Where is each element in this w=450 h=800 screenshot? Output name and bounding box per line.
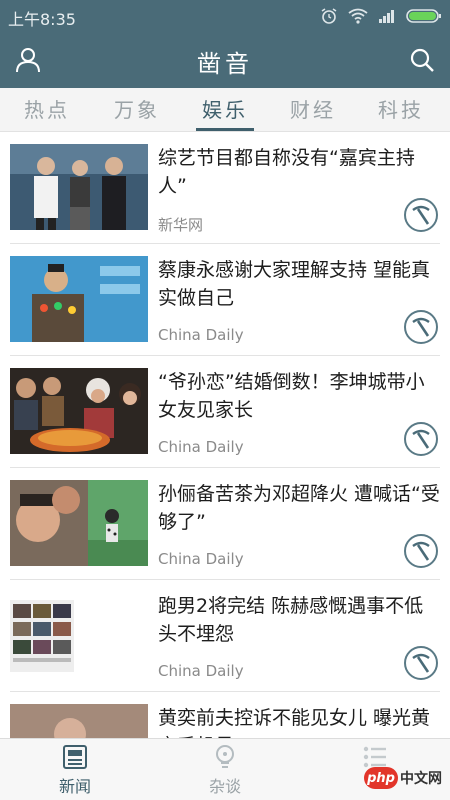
news-source: China Daily [158, 438, 244, 456]
dig-button[interactable] [404, 198, 438, 232]
news-item[interactable]: 黄奕前夫控诉不能见女儿 曝光黄奕手机号 [10, 692, 440, 738]
news-title: 孙俪备苦茶为邓超降火 遭喊话“受够了” [158, 483, 440, 533]
tab-technology[interactable]: 科技 [356, 94, 446, 123]
news-source: China Daily [158, 662, 244, 680]
news-source: China Daily [158, 326, 244, 344]
watermark: php 中文网 [364, 764, 444, 792]
lightbulb-icon [216, 745, 234, 768]
tab-entertainment[interactable]: 娱乐 [180, 94, 270, 123]
news-title: 蔡康永感谢大家理解支持 望能真实做自己 [158, 259, 431, 309]
news-thumbnail [10, 592, 148, 678]
pickaxe-icon [412, 205, 430, 225]
category-tabs: 热点 万象 娱乐 财经 科技 [0, 88, 450, 132]
watermark-text: 中文网 [400, 771, 442, 787]
pickaxe-icon [412, 317, 430, 337]
news-item[interactable]: 孙俪备苦茶为邓超降火 遭喊话“受够了” China Daily [10, 468, 440, 580]
dig-button[interactable] [404, 646, 438, 680]
newspaper-icon [63, 745, 87, 769]
app-bar: 凿音 [0, 32, 450, 88]
news-thumbnail [10, 480, 148, 566]
pickaxe-icon [412, 653, 430, 673]
alarm-icon [321, 8, 337, 24]
search-button[interactable] [404, 42, 440, 78]
news-item[interactable]: “爷孙恋”结婚倒数！李坤城带小女友见家长 China Daily [10, 356, 440, 468]
news-thumbnail [10, 368, 148, 454]
dig-button[interactable] [404, 534, 438, 568]
news-item[interactable]: 跑男2将完结 陈赫感慨遇事不低头不埋怨 China Daily [10, 580, 440, 692]
tab-hot[interactable]: 热点 [2, 94, 92, 123]
tab-finance[interactable]: 财经 [268, 94, 358, 123]
news-thumbnail [10, 704, 148, 738]
app-title: 凿音 [197, 50, 253, 78]
pickaxe-icon [412, 429, 430, 449]
nav-news[interactable]: 新闻 [0, 743, 150, 797]
nav-chat-label: 杂谈 [208, 777, 241, 796]
news-title: 跑男2将完结 陈赫感慨遇事不低头不埋怨 [158, 595, 424, 645]
watermark-logo: php [364, 767, 398, 789]
news-item[interactable]: 综艺节目都自称没有“嘉宾主持人” 新华网 [10, 132, 440, 244]
news-source: China Daily [158, 550, 244, 568]
signal-icon [379, 10, 394, 23]
news-list: 综艺节目都自称没有“嘉宾主持人” 新华网 蔡康永感谢大家理解支持 望能真实做自己… [0, 132, 450, 738]
status-icons [320, 6, 442, 26]
dig-button[interactable] [404, 310, 438, 344]
search-icon [410, 48, 434, 72]
status-time: 上午8:35 [8, 10, 76, 29]
tab-panorama[interactable]: 万象 [92, 94, 182, 123]
active-tab-indicator [196, 128, 254, 131]
nav-news-label: 新闻 [58, 777, 91, 796]
news-thumbnail [10, 144, 148, 230]
news-thumbnail [10, 256, 148, 342]
dig-button[interactable] [404, 422, 438, 456]
news-title: 综艺节目都自称没有“嘉宾主持人” [158, 147, 415, 197]
news-title: 黄奕前夫控诉不能见女儿 曝光黄奕手机号 [158, 707, 431, 738]
wifi-icon [348, 8, 368, 24]
news-item[interactable]: 蔡康永感谢大家理解支持 望能真实做自己 China Daily [10, 244, 440, 356]
pickaxe-icon [412, 541, 430, 561]
nav-chat[interactable]: 杂谈 [150, 743, 300, 797]
news-title: “爷孙恋”结婚倒数！李坤城带小女友见家长 [158, 371, 425, 421]
status-bar: 上午8:35 [0, 0, 450, 32]
news-source: 新华网 [158, 216, 204, 234]
battery-icon [406, 9, 441, 23]
